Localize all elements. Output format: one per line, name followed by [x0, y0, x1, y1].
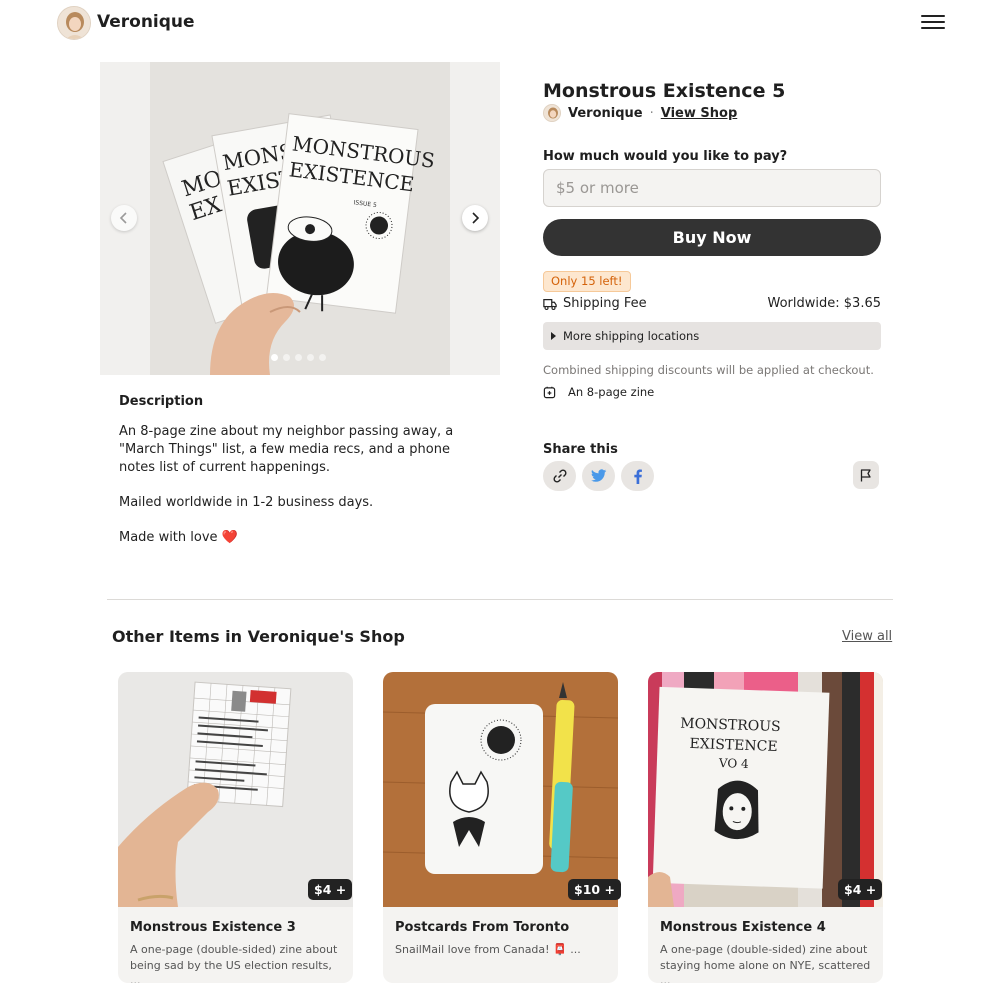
- site-header: Veronique: [0, 0, 1000, 46]
- report-button[interactable]: [853, 461, 879, 489]
- description-love-text: Made with love: [119, 530, 218, 545]
- gallery-dot[interactable]: [283, 354, 290, 361]
- svg-text:EXISTENCE: EXISTENCE: [689, 736, 778, 755]
- share-facebook-button[interactable]: [621, 461, 654, 491]
- product-card[interactable]: Monstrous Existence 3 A one-page (double…: [118, 672, 353, 983]
- product-type: An 8-page zine: [543, 384, 654, 400]
- shipping-label: Shipping Fee: [563, 296, 647, 311]
- shop-name[interactable]: Veronique: [97, 12, 195, 32]
- product-card-description: A one-page (double-sided) zine about sta…: [660, 943, 871, 983]
- product-card[interactable]: Postcards From Toronto SnailMail love fr…: [383, 672, 618, 983]
- gallery-dots: [271, 354, 326, 361]
- product-card-description: SnailMail love from Canada! 📮 ...: [395, 943, 581, 956]
- gallery-next-button[interactable]: [462, 205, 488, 231]
- product-card-image: [383, 672, 618, 907]
- price-badge: $4 +: [308, 879, 353, 900]
- combined-shipping-note: Combined shipping discounts will be appl…: [543, 363, 874, 377]
- gallery-dot[interactable]: [319, 354, 326, 361]
- stock-badge: Only 15 left!: [543, 271, 631, 292]
- product-card-title: Monstrous Existence 4: [660, 920, 826, 935]
- gallery-dot[interactable]: [271, 354, 278, 361]
- product-card[interactable]: MONSTROUS EXISTENCE VO 4 Monstrous Exist…: [648, 672, 883, 983]
- description-paragraph: Mailed worldwide in 1-2 business days.: [119, 495, 374, 510]
- description-heading: Description: [119, 394, 204, 409]
- product-photo: MO EX MONS EXIST MONSTROUS EXISTENCE ISS…: [150, 62, 450, 375]
- separator: ·: [649, 105, 654, 121]
- view-all-link[interactable]: View all: [842, 629, 892, 644]
- product-card-description: A one-page (double-sided) zine about bei…: [130, 943, 338, 983]
- other-items-heading: Other Items in Veronique's Shop: [112, 627, 405, 646]
- product-card-title: Monstrous Existence 3: [130, 920, 296, 935]
- shop-avatar[interactable]: [57, 6, 91, 40]
- shipping-value: Worldwide: $3.65: [767, 296, 881, 311]
- price-badge: $10 +: [568, 879, 621, 900]
- pay-amount-input[interactable]: [543, 169, 881, 207]
- section-divider: [107, 599, 893, 600]
- gallery-prev-button[interactable]: [111, 205, 137, 231]
- svg-text:VO 4: VO 4: [718, 756, 750, 771]
- seller-name[interactable]: Veronique: [568, 106, 643, 121]
- heart-icon: ❤️: [221, 530, 238, 545]
- view-shop-link[interactable]: View Shop: [661, 106, 738, 121]
- facebook-icon: [633, 468, 642, 484]
- chevron-left-icon: [119, 212, 127, 224]
- buy-now-button[interactable]: Buy Now: [543, 219, 881, 256]
- description-body: An 8-page zine about my neighbor passing…: [119, 423, 489, 564]
- gallery-dot[interactable]: [295, 354, 302, 361]
- product-type-label: An 8-page zine: [568, 385, 655, 399]
- caret-right-icon: [551, 332, 556, 340]
- chevron-right-icon: [472, 212, 480, 224]
- more-shipping-label: More shipping locations: [563, 329, 700, 343]
- gallery-dot[interactable]: [307, 354, 314, 361]
- product-title: Monstrous Existence 5: [543, 80, 786, 102]
- product-gallery: MO EX MONS EXIST MONSTROUS EXISTENCE ISS…: [100, 62, 500, 375]
- description-paragraph: An 8-page zine about my neighbor passing…: [119, 424, 454, 475]
- truck-icon: [543, 299, 557, 310]
- seller-avatar[interactable]: [543, 104, 561, 122]
- description-paragraph: Made with love ❤️: [119, 529, 489, 547]
- hamburger-menu-icon[interactable]: [921, 15, 945, 31]
- product-card-title: Postcards From Toronto: [395, 920, 570, 935]
- package-icon: [543, 386, 556, 398]
- share-twitter-button[interactable]: [582, 461, 615, 491]
- share-heading: Share this: [543, 442, 618, 457]
- more-shipping-toggle[interactable]: More shipping locations: [543, 322, 881, 350]
- shipping-row: Shipping Fee Worldwide: $3.65: [543, 296, 881, 314]
- link-icon: [552, 469, 567, 483]
- product-card-image: MONSTROUS EXISTENCE VO 4: [648, 672, 883, 907]
- pay-label: How much would you like to pay?: [543, 149, 788, 164]
- price-badge: $4 +: [838, 879, 883, 900]
- seller-row: Veronique · View Shop: [543, 103, 737, 123]
- twitter-icon: [590, 469, 606, 482]
- product-card-image: [118, 672, 353, 907]
- flag-icon: [860, 468, 871, 481]
- share-link-button[interactable]: [543, 461, 576, 491]
